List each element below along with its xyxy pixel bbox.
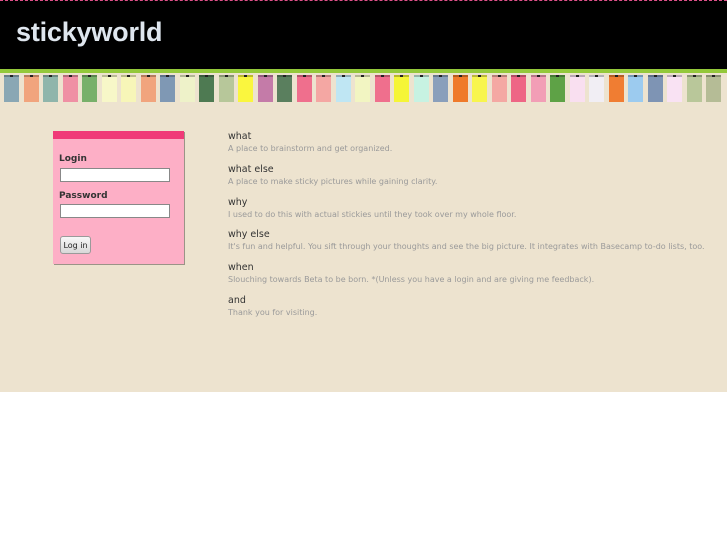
sticky-note	[647, 75, 663, 102]
info-text: I used to do this with actual stickies u…	[228, 209, 517, 219]
sticky-note	[511, 75, 526, 102]
sticky-note	[452, 75, 468, 102]
sticky-note	[179, 75, 195, 102]
sticky-note	[472, 75, 487, 102]
info-heading: why else	[228, 229, 270, 241]
info-heading: why	[228, 196, 248, 208]
sticky-note	[686, 75, 702, 102]
sticky-note-strip	[0, 75, 727, 103]
info-item: what A place to brainstorm and get organi…	[228, 131, 392, 154]
sticky-note	[355, 75, 370, 102]
info-text: Slouching towards Beta to be born. *(Unl…	[228, 275, 595, 285]
login-button[interactable]: Log in	[60, 236, 91, 254]
sticky-note	[140, 75, 156, 102]
sticky-note	[296, 75, 312, 102]
info-item: and Thank you for visiting.	[228, 295, 317, 318]
sticky-note	[218, 75, 234, 102]
info-text: A place to brainstorm and get organized.	[228, 144, 393, 153]
info-item: what else A place to make sticky pictures…	[228, 164, 437, 187]
info-item: why I used to do this with actual stickie…	[228, 197, 516, 220]
info-text: It's fun and helpful. You sift through y…	[228, 242, 705, 252]
sticky-note	[394, 75, 409, 102]
sticky-note	[101, 75, 117, 102]
password-label: Password	[59, 191, 108, 201]
sticky-note	[43, 75, 58, 102]
sticky-note	[589, 75, 604, 102]
sticky-note	[433, 75, 448, 102]
sticky-note	[238, 75, 253, 102]
sticky-note	[608, 75, 624, 102]
sticky-note	[374, 75, 390, 102]
sticky-note	[569, 75, 585, 102]
info-text: A place to make sticky pictures while ga…	[228, 176, 438, 186]
password-input[interactable]	[60, 204, 170, 218]
sticky-note	[62, 75, 78, 102]
sticky-note	[491, 75, 507, 102]
sticky-note	[316, 75, 331, 102]
login-input[interactable]	[60, 168, 170, 182]
sticky-note	[121, 75, 136, 102]
sticky-note	[706, 75, 721, 102]
sticky-note	[160, 75, 175, 102]
info-heading: and	[228, 295, 246, 306]
sticky-note	[257, 75, 273, 102]
info-text: Thank you for visiting.	[228, 308, 318, 317]
sticky-note	[82, 75, 97, 102]
sticky-note	[4, 75, 19, 102]
sticky-note	[23, 75, 39, 102]
site-title: stickyworld	[16, 17, 163, 47]
login-label: Login	[59, 154, 87, 164]
info-heading: when	[228, 262, 254, 274]
sticky-note	[667, 75, 682, 102]
sticky-note	[277, 75, 292, 102]
sticky-note	[550, 75, 565, 102]
info-heading: what else	[228, 163, 274, 175]
sticky-note	[530, 75, 546, 102]
site-header: stickyworld	[0, 0, 727, 69]
sticky-note	[199, 75, 214, 102]
info-item: why else It's fun and helpful. You sift t…	[228, 229, 705, 252]
info-item: when Slouching towards Beta to be born. *…	[228, 262, 594, 285]
login-form: Login Password Log in	[53, 131, 184, 264]
sticky-note	[413, 75, 429, 102]
info-heading: what	[228, 131, 252, 142]
sticky-note	[628, 75, 643, 102]
sticky-note	[335, 75, 351, 102]
